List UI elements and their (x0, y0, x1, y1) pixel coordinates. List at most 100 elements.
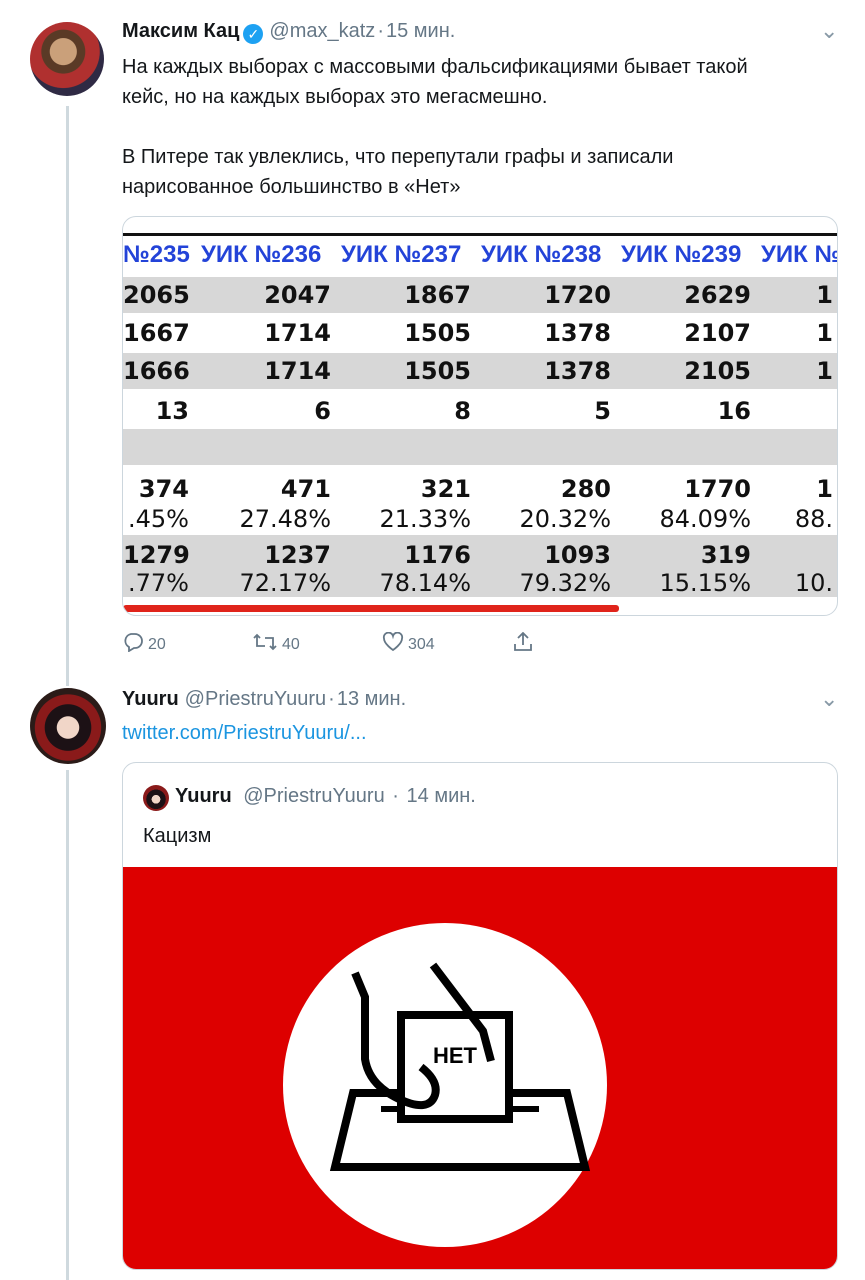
quoted-tweet-text: Кацизм (143, 825, 212, 847)
separator-dot: · (377, 20, 384, 42)
author-handle[interactable]: @PriestruYuuru (185, 688, 326, 711)
reply-icon (122, 632, 144, 658)
table-cell: 10. (794, 569, 833, 597)
table-cell: 1770 (684, 475, 751, 503)
retweet-count: 40 (282, 636, 300, 653)
table-cell: 1378 (544, 319, 611, 347)
table-cell: 2065 (123, 281, 190, 309)
table-cell: 6 (314, 397, 331, 425)
table-cell: .45% (128, 505, 189, 533)
tweet-text: В Питере так увлеклись, что перепутали г… (122, 142, 673, 202)
chevron-down-icon[interactable]: ⌄ (820, 686, 838, 712)
tweet-header: Максим Кац ✓ @max_katz · 15 мин. (122, 20, 455, 44)
table-cell: 1720 (544, 281, 611, 309)
table-cell: 374 (138, 475, 189, 503)
table-cell: 471 (280, 475, 331, 503)
table-cell: 1714 (264, 319, 331, 347)
table-cell: 16 (717, 397, 751, 425)
retweet-icon (252, 632, 278, 658)
table-cell: 1867 (404, 281, 471, 309)
table-cell: 321 (420, 475, 471, 503)
table-cell: 1505 (404, 319, 471, 347)
chevron-down-icon[interactable]: ⌄ (820, 18, 838, 44)
tweet-text-line: кейс, но на каждых выборах это мегасмешн… (122, 86, 548, 108)
tweet-text-line: На каждых выборах с массовыми фальсифика… (122, 56, 748, 78)
tweet-text-line: нарисованное большинство в «Нет» (122, 176, 461, 198)
timestamp: 14 мин. (406, 785, 476, 807)
table-cell: 1 (816, 281, 833, 309)
avatar (143, 785, 169, 811)
table-band (123, 429, 837, 465)
table-cell: 79.32% (519, 569, 611, 597)
table-cell: 1714 (264, 357, 331, 385)
avatar[interactable] (30, 688, 106, 764)
table-cell: 2629 (684, 281, 751, 309)
ballot-box-icon: НЕТ (329, 962, 591, 1171)
table-top-rule (123, 233, 837, 236)
table-cell: 5 (594, 397, 611, 425)
table-cell: 1 (816, 475, 833, 503)
uik-header: УИК №239 (621, 241, 742, 268)
tweet-text: twitter.com/PriestruYuuru/... (122, 718, 367, 748)
table-cell: .77% (128, 569, 189, 597)
author-name: Yuuru (175, 785, 232, 807)
tweet-link[interactable]: twitter.com/PriestruYuuru/... (122, 722, 367, 744)
share-icon (512, 631, 534, 658)
uik-header: №235 (123, 241, 190, 268)
thread-line (66, 106, 69, 686)
heart-icon (382, 631, 404, 658)
table-cell: 1667 (123, 319, 190, 347)
quoted-media-image[interactable]: НЕТ (123, 867, 837, 1269)
table-cell: 2105 (684, 357, 751, 385)
table-cell: 2107 (684, 319, 751, 347)
reply-button[interactable]: 20 (122, 632, 166, 658)
share-button[interactable] (512, 631, 538, 658)
table-cell: 1666 (123, 357, 190, 385)
like-button[interactable]: 304 (382, 631, 435, 658)
tweet-header: Yuuru @PriestruYuuru · 13 мин. (122, 688, 406, 711)
uik-header: УИК № (761, 241, 838, 268)
table-cell: 21.33% (379, 505, 471, 533)
table-cell: 84.09% (659, 505, 751, 533)
tweet-text: На каждых выборах с массовыми фальсифика… (122, 52, 748, 112)
table-cell: 1378 (544, 357, 611, 385)
timestamp[interactable]: 13 мин. (337, 688, 406, 711)
author-handle: @PriestruYuuru (243, 785, 385, 807)
timestamp[interactable]: 15 мин. (386, 20, 455, 43)
ballot-label: НЕТ (433, 1043, 478, 1068)
author-handle[interactable]: @max_katz (269, 20, 375, 43)
uik-header: УИК №238 (481, 241, 602, 268)
table-cell: 1279 (123, 541, 190, 569)
table-cell: 1 (816, 357, 833, 385)
table-cell: 72.17% (239, 569, 331, 597)
quoted-tweet[interactable]: Yuuru @PriestruYuuru · 14 мин. Кацизм НЕ… (122, 762, 838, 1270)
table-cell: 1176 (404, 541, 471, 569)
table-cell: 1 (816, 319, 833, 347)
author-name[interactable]: Максим Кац (122, 20, 239, 43)
author-name[interactable]: Yuuru (122, 688, 179, 711)
uik-header: УИК №237 (341, 241, 462, 268)
banner-circle: НЕТ (283, 923, 607, 1247)
table-cell: 78.14% (379, 569, 471, 597)
uik-header: УИК №236 (201, 241, 322, 268)
table-cell: 20.32% (519, 505, 611, 533)
thread-line (66, 770, 69, 1280)
table-cell: 27.48% (239, 505, 331, 533)
tweet-media-image[interactable]: №235 УИК №236 УИК №237 УИК №238 УИК №239… (122, 216, 838, 616)
table-cell: 1093 (544, 541, 611, 569)
table-cell: 1505 (404, 357, 471, 385)
reply-count: 20 (148, 636, 166, 653)
separator-dot: · (392, 785, 399, 807)
scroll-indicator[interactable] (123, 605, 619, 612)
table-cell: 1237 (264, 541, 331, 569)
table-cell: 15.15% (659, 569, 751, 597)
avatar[interactable] (30, 22, 104, 96)
separator-dot: · (328, 688, 335, 710)
table-cell: 88. (794, 505, 833, 533)
retweet-button[interactable]: 40 (252, 632, 300, 658)
like-count: 304 (408, 636, 435, 653)
verified-badge-icon: ✓ (243, 24, 264, 44)
quoted-tweet-header: Yuuru @PriestruYuuru · 14 мин. (175, 785, 476, 808)
tweet-text-line: В Питере так увлеклись, что перепутали г… (122, 146, 674, 168)
table-cell: 8 (454, 397, 471, 425)
